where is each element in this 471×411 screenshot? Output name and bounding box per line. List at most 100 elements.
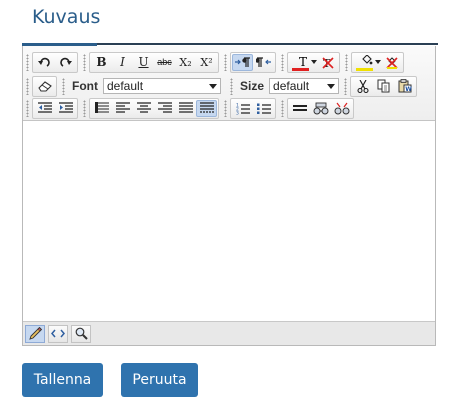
ordered-list-button[interactable]: 123 [232, 100, 253, 117]
paste-word-button[interactable]: W [394, 78, 415, 95]
remove-format-button[interactable] [34, 78, 55, 95]
text-color-glyph: T [298, 54, 307, 69]
ordered-list-icon: 123 [236, 102, 250, 115]
unordered-list-icon [256, 103, 271, 114]
underline-button[interactable]: U [133, 54, 154, 71]
ltr-button[interactable] [232, 53, 253, 71]
toolbar-grip-icon[interactable] [281, 99, 284, 117]
clear-text-color-button[interactable]: T [317, 54, 338, 71]
font-select[interactable]: default [103, 78, 221, 94]
toolbar-grip-icon[interactable] [83, 99, 86, 117]
chevron-down-icon [209, 83, 217, 89]
preview-mode-button[interactable] [71, 324, 91, 343]
toolbar-grip-icon[interactable] [345, 53, 348, 71]
undo-icon [38, 57, 50, 67]
eraser-group [32, 75, 57, 97]
rtl-button[interactable] [253, 54, 274, 71]
size-select-value: default [273, 79, 310, 93]
font-label: Font [72, 79, 98, 93]
toolbar-grip-icon[interactable] [83, 53, 86, 71]
chevron-down-icon [327, 83, 336, 89]
svg-text:W: W [405, 86, 412, 93]
rtl-icon [255, 56, 271, 67]
italic-button[interactable]: I [112, 54, 133, 71]
highlight-group [351, 51, 404, 73]
text-color-group: T T [287, 51, 340, 73]
indent-button[interactable] [55, 100, 76, 117]
horizontal-rule-icon [292, 105, 307, 111]
highlight-color-button[interactable] [353, 53, 381, 72]
toolbar-grip-icon[interactable] [26, 53, 29, 71]
copy-icon [377, 79, 390, 93]
size-label: Size [240, 79, 265, 93]
toolbar-grip-icon[interactable] [281, 53, 284, 71]
text-color-button[interactable]: T [289, 53, 317, 72]
toolbar-row-1: B I U abc X₂ X² T T [25, 51, 408, 73]
undo-redo-group [32, 51, 78, 73]
html-mode-button[interactable] [48, 324, 68, 343]
text-color-swatch [292, 67, 309, 71]
unordered-list-button[interactable] [253, 100, 274, 117]
clear-highlight-button[interactable] [381, 54, 402, 71]
cancel-button[interactable]: Peruuta [121, 363, 198, 397]
toolbar-row-2: Font default Size default W [25, 75, 421, 97]
size-select[interactable]: default [269, 78, 340, 94]
align-left-button[interactable] [112, 100, 133, 117]
redo-icon [60, 57, 72, 67]
magnifier-icon [75, 327, 88, 340]
toolbar-grip-icon[interactable] [344, 77, 348, 95]
clipboard-group: W [350, 75, 418, 97]
section-title: Kuvaus [32, 6, 101, 28]
font-select-value: default [107, 79, 144, 93]
clear-text-color-icon: T [321, 57, 334, 69]
toolbar-grip-icon[interactable] [230, 77, 233, 95]
align-center-icon [136, 102, 151, 113]
horizontal-rule-button[interactable] [289, 100, 310, 117]
link-icon [313, 102, 328, 114]
subscript-button[interactable]: X₂ [175, 54, 196, 71]
superscript-button[interactable]: X² [196, 54, 217, 71]
toolbar-grip-icon[interactable] [26, 77, 29, 95]
align-right-button[interactable] [154, 100, 175, 117]
bold-button[interactable]: B [91, 54, 112, 71]
paint-bucket-icon [362, 54, 373, 64]
align-group [89, 97, 219, 119]
editor-toolbar: B I U abc X₂ X² T T Font default Size de… [23, 46, 435, 121]
align-left-icon [115, 102, 130, 113]
toolbar-grip-icon[interactable] [62, 77, 65, 95]
ltr-icon [234, 56, 250, 67]
direction-group [230, 51, 276, 73]
undo-button[interactable] [34, 54, 55, 71]
toolbar-grip-icon[interactable] [224, 53, 227, 71]
strikethrough-button[interactable]: abc [154, 54, 175, 71]
highlight-color-swatch [356, 67, 373, 71]
format-group: B I U abc X₂ X² [89, 51, 219, 73]
cut-button[interactable] [352, 78, 373, 95]
chevron-down-icon [375, 59, 381, 64]
redo-button[interactable] [55, 54, 76, 71]
editor-content-area[interactable] [23, 121, 435, 323]
toolbar-grip-icon[interactable] [224, 99, 227, 117]
justify-none-button[interactable] [196, 99, 217, 117]
remove-link-button[interactable] [331, 100, 352, 117]
editor-mode-bar [23, 321, 435, 345]
code-icon [51, 329, 65, 338]
outdent-icon [37, 102, 52, 113]
svg-text:3: 3 [236, 110, 239, 115]
insert-link-button[interactable] [310, 100, 331, 117]
toolbar-grip-icon[interactable] [26, 99, 29, 117]
copy-button[interactable] [373, 78, 394, 95]
indent-icon [58, 102, 73, 113]
eraser-icon [37, 80, 52, 92]
save-button[interactable]: Tallenna [22, 363, 103, 397]
justify-button[interactable] [175, 100, 196, 117]
outdent-button[interactable] [34, 100, 55, 117]
align-center-button[interactable] [133, 100, 154, 117]
chevron-down-icon [311, 59, 317, 64]
indent-group [32, 97, 78, 119]
toolbar-row-3: 123 [25, 97, 358, 119]
paragraph-button[interactable] [91, 100, 112, 117]
list-group: 123 [230, 97, 276, 119]
design-mode-button[interactable] [25, 324, 45, 343]
paste-word-icon: W [398, 79, 412, 93]
